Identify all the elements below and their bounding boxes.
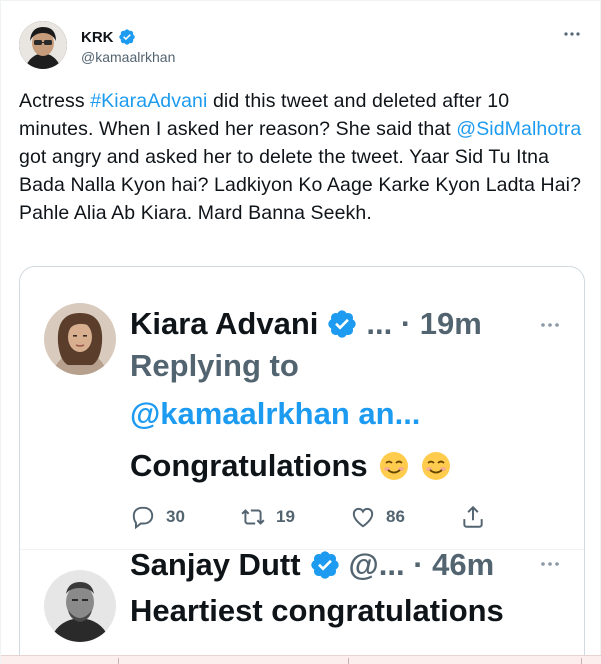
more-icon[interactable]	[536, 315, 564, 335]
avatar[interactable]	[44, 570, 116, 642]
quoted-tweet-sanjay[interactable]: Sanjay Dutt @... · 46m Heartiest congrat…	[20, 547, 584, 664]
hashtag-link[interactable]: #KiaraAdvani	[90, 90, 207, 112]
verified-badge-icon	[310, 551, 339, 579]
quoted-text: Heartiest congratulations	[130, 593, 504, 628]
divider	[581, 658, 582, 664]
mention-link[interactable]: @SidMalhotra	[456, 118, 581, 140]
like-button[interactable]: 86	[350, 504, 460, 530]
embedded-screenshot[interactable]: Kiara Advani ... · 19m Replying to @kama…	[19, 266, 585, 664]
retweet-icon	[241, 509, 265, 525]
reply-icon	[132, 506, 154, 530]
retweet-button[interactable]: 19	[240, 504, 350, 530]
quoted-tweet-kiara[interactable]: Kiara Advani ... · 19m Replying to @kama…	[20, 267, 584, 549]
divider	[118, 658, 119, 664]
quoted-meta: @... · 46m	[348, 547, 495, 582]
share-icon	[463, 505, 483, 528]
quoted-actions: 30 19 86	[130, 503, 510, 531]
quoted-tweet-text: Heartiest congratulations	[130, 592, 504, 630]
bottom-strip	[1, 655, 601, 664]
quoted-text: Congratulations	[130, 448, 368, 483]
tweet-text: Actress #KiaraAdvani did this tweet and …	[19, 87, 589, 227]
tweet-text-part: Actress	[19, 90, 91, 112]
quoted-tweet-text: Congratulations	[130, 447, 452, 485]
author-name[interactable]: KRK	[81, 29, 114, 46]
tweet-header: KRK @kamaalrkhan	[19, 21, 584, 73]
avatar[interactable]	[44, 303, 116, 375]
replying-to-link[interactable]: @kamaalrkhan an...	[130, 395, 420, 433]
more-icon[interactable]	[560, 25, 584, 43]
like-count: 86	[386, 507, 405, 526]
smiling-face-emoji	[421, 452, 450, 480]
quoted-name-row: Kiara Advani ... · 19m	[130, 305, 482, 343]
retweet-count: 19	[276, 507, 295, 526]
author-handle[interactable]: @kamaalrkhan	[81, 49, 175, 65]
quoted-author-name[interactable]: Kiara Advani	[130, 305, 318, 343]
verified-badge-icon	[328, 310, 357, 338]
quoted-name-row: Sanjay Dutt @... · 46m	[130, 546, 494, 584]
avatar[interactable]	[19, 21, 67, 69]
reply-count: 30	[166, 507, 185, 526]
quoted-author-name[interactable]: Sanjay Dutt	[130, 546, 301, 584]
replying-to-label: Replying to	[130, 348, 299, 383]
tweet-card: KRK @kamaalrkhan Actress #KiaraAdvani di…	[0, 0, 601, 664]
reply-button[interactable]: 30	[130, 504, 240, 530]
like-icon	[352, 507, 374, 528]
more-icon[interactable]	[536, 554, 564, 574]
quoted-meta: ... · 19m	[366, 306, 482, 341]
author-name-row: KRK	[81, 28, 136, 46]
smiling-face-emoji	[379, 452, 408, 480]
divider	[348, 658, 349, 664]
verified-badge-icon	[118, 29, 135, 45]
share-button[interactable]	[460, 504, 500, 530]
tweet-text-part: got angry and asked her to delete the tw…	[19, 146, 582, 224]
